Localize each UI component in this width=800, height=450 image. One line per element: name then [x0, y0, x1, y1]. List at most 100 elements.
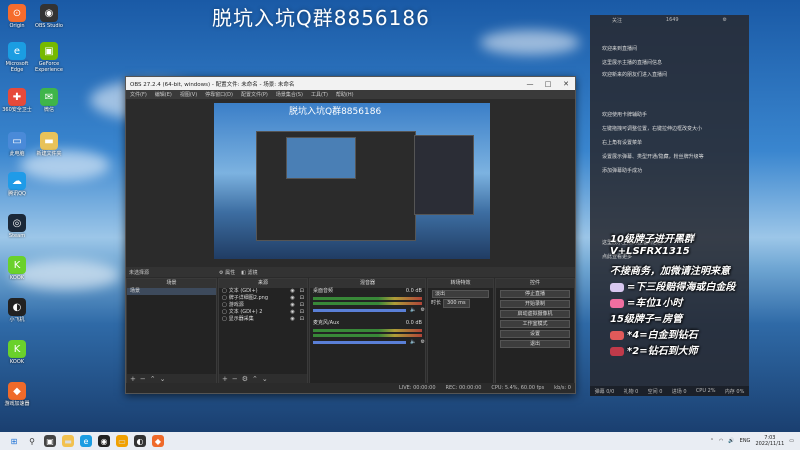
down-icon[interactable]: ⌄ [160, 375, 166, 383]
desktop-icon[interactable]: ◐ 小飞机 [2, 298, 32, 323]
desktop-icon[interactable]: e Microsoft Edge [2, 42, 32, 73]
window-title: OBS 27.2.4 (64-bit, windows) - 配置文件: 未命名… [130, 81, 295, 88]
eye-icon[interactable]: ◉ [290, 295, 294, 302]
speaker-icon[interactable]: 🔈 [410, 339, 416, 346]
desktop-icon[interactable]: K KOOK [2, 256, 32, 281]
close-icon[interactable]: ✕ [557, 80, 575, 88]
obs-taskbar-icon[interactable]: ◉ [98, 435, 110, 447]
up-icon[interactable]: ⌃ [150, 375, 156, 383]
desktop-icon[interactable]: ◎ Steam [2, 214, 32, 239]
lock-icon[interactable]: ⊡ [300, 295, 304, 302]
windows-start-icon[interactable]: ⊞ [8, 435, 20, 447]
minimize-icon[interactable]: — [521, 80, 539, 88]
desktop-icon[interactable]: ⊙ Origin [2, 4, 32, 29]
accelerator-icon[interactable]: ◆ [152, 435, 164, 447]
remove-icon[interactable]: − [232, 375, 238, 383]
desktop-icon[interactable]: ◆ 游戏加速器 [2, 382, 32, 407]
desktop-icon[interactable]: ◉ OBS Studio [34, 4, 64, 29]
network-icon[interactable]: ◠ [719, 438, 723, 444]
rec-status: REC: 00:00:00 [445, 385, 482, 391]
notification-icon[interactable]: ▭ [789, 438, 794, 444]
duration-input[interactable]: 300 ms [443, 299, 470, 308]
settings-icon[interactable]: ⚙ [723, 17, 727, 23]
source-item[interactable]: ▢ 显示器采集 ◉ ⊡ [219, 316, 307, 323]
edge-icon[interactable]: e [80, 435, 92, 447]
desktop-icon[interactable]: K KOOK [2, 340, 32, 365]
source-item[interactable]: ▢ 游戏源 ◉ ⊡ [219, 302, 307, 309]
clock[interactable]: 7:03 2022/11/11 [755, 435, 784, 447]
eye-icon[interactable]: ◉ [290, 309, 294, 316]
transition-select[interactable]: 淡出 [432, 290, 489, 298]
lock-icon[interactable]: ⊡ [300, 288, 304, 295]
lock-icon[interactable]: ⊡ [300, 316, 304, 323]
source-item[interactable]: ▢ 文本 (GDI+) ◉ ⊡ [219, 288, 307, 295]
desktop-icon-label: 小飞机 [9, 317, 25, 323]
app-icon[interactable]: ◐ [134, 435, 146, 447]
folder-icon[interactable]: ▭ [116, 435, 128, 447]
desktop-icon[interactable]: ▣ GeForce Experience [34, 42, 64, 73]
obs-titlebar[interactable]: OBS 27.2.4 (64-bit, windows) - 配置文件: 未命名… [126, 77, 575, 90]
eye-icon[interactable]: ◉ [290, 316, 294, 323]
desktop-icon[interactable]: ✉ 微信 [34, 88, 64, 113]
lock-icon[interactable]: ⊡ [300, 309, 304, 316]
eye-icon[interactable]: ◉ [290, 288, 294, 295]
lock-icon[interactable]: ⊡ [300, 302, 304, 309]
desktop-icon[interactable]: ☁ 腾讯QQ [2, 172, 32, 197]
task-view-icon[interactable]: ▣ [44, 435, 56, 447]
chat-header-follow: 关注 [611, 17, 622, 24]
up-icon[interactable]: ⌃ [252, 375, 258, 383]
remove-icon[interactable]: − [140, 375, 146, 383]
promo-text: =下三段赔得海或白金段 [627, 282, 736, 293]
volume-slider[interactable] [313, 341, 407, 344]
menu-item[interactable]: 文件(F) [130, 91, 147, 98]
app-icon: ☁ [8, 172, 26, 190]
app-icon: ◉ [40, 4, 58, 22]
search-icon[interactable]: ⚲ [26, 435, 38, 447]
chevron-up-icon[interactable]: ⌃ [710, 438, 714, 444]
menu-item[interactable]: 视图(V) [180, 91, 197, 98]
control-button[interactable]: 启动虚拟摄像机 [500, 310, 570, 318]
desktop-icon[interactable]: ▬ 新建文件夹 [34, 132, 64, 157]
control-button[interactable]: 开始录制 [500, 300, 570, 308]
desktop-icon[interactable]: ✚ 360安全卫士 [2, 88, 32, 113]
filters-button[interactable]: ◧ 滤镜 [241, 269, 257, 276]
speaker-icon[interactable]: 🔈 [410, 307, 416, 314]
source-item[interactable]: ▢ 文本 (GDI+) 2 ◉ ⊡ [219, 309, 307, 316]
control-button[interactable]: 退出 [500, 340, 570, 348]
stream-preview[interactable]: 脱坑入坑Q群8856186 [214, 103, 490, 259]
language-indicator[interactable]: ENG [740, 438, 751, 444]
chat-stat: 内存 0% [724, 388, 745, 395]
mixer-track: 桌面音频 0.0 dB 🔈 ⚙ [310, 288, 425, 314]
menu-item[interactable]: 帮助(H) [336, 91, 354, 98]
gear-icon[interactable]: ⚙ [242, 375, 248, 383]
control-button[interactable]: 工作室模式 [500, 320, 570, 328]
control-button[interactable]: 设置 [500, 330, 570, 338]
volume-slider[interactable] [313, 309, 407, 312]
gear-icon[interactable]: ⚙ [421, 307, 425, 314]
add-icon[interactable]: + [222, 375, 228, 383]
source-label: 牌子详细图2.png [228, 295, 269, 301]
control-button[interactable]: 停止直播 [500, 290, 570, 298]
eye-icon[interactable]: ◉ [290, 302, 294, 309]
source-item[interactable]: ▢ 牌子详细图2.png ◉ ⊡ [219, 295, 307, 302]
desktop-icon[interactable]: ▭ 此电脑 [2, 132, 32, 157]
scene-item[interactable]: 场景 [127, 288, 216, 295]
menu-item[interactable]: 配置文件(P) [241, 91, 268, 98]
volume-icon[interactable]: 🔊 [728, 438, 734, 444]
file-explorer-icon[interactable]: ▬ [62, 435, 74, 447]
gear-icon[interactable]: ⚙ [421, 339, 425, 346]
down-icon[interactable]: ⌄ [262, 375, 268, 383]
promo-line: *4=白金到钻石 [610, 326, 698, 341]
menu-item[interactable]: 场景集合(S) [276, 91, 303, 98]
obs-window[interactable]: OBS 27.2.4 (64-bit, windows) - 配置文件: 未命名… [125, 76, 576, 394]
track-name: 麦克风/Aux [313, 320, 340, 326]
promo-line: =下三段赔得海或白金段 [610, 278, 735, 293]
menu-item[interactable]: 停靠窗口(D) [205, 91, 233, 98]
menu-item[interactable]: 编辑(E) [155, 91, 172, 98]
menu-item[interactable]: 工具(T) [311, 91, 328, 98]
promo-line: 15级牌子=房管 [610, 310, 682, 325]
maximize-icon[interactable]: □ [539, 80, 557, 88]
add-icon[interactable]: + [130, 375, 136, 383]
properties-button[interactable]: ⚙ 属性 [219, 269, 235, 276]
nested-chat-panel [414, 135, 474, 215]
